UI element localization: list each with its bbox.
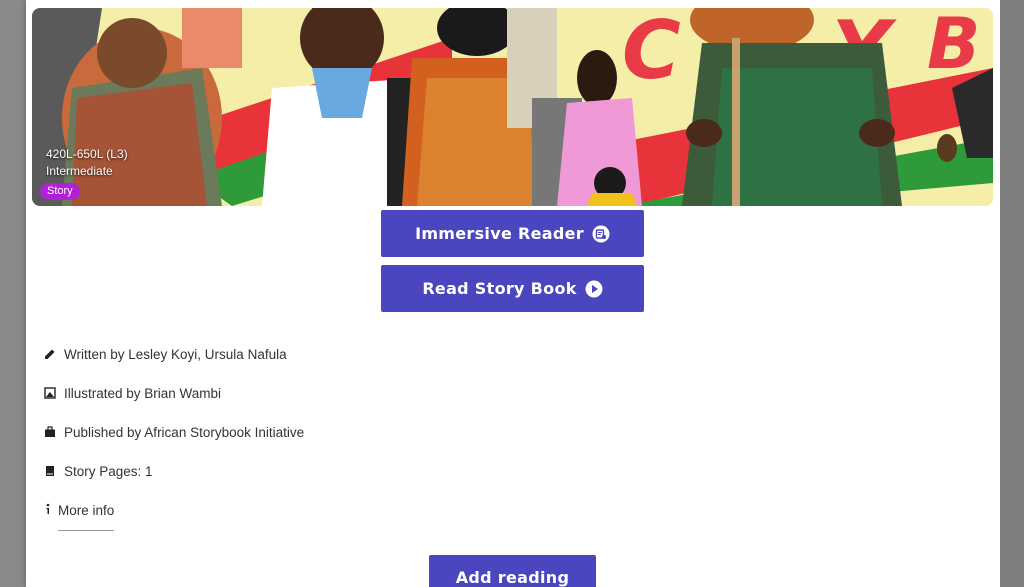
pages-row: Story Pages: 1: [44, 461, 153, 481]
publisher-row: Published by African Storybook Initiativ…: [44, 422, 304, 442]
add-reading-button[interactable]: Add reading: [429, 555, 596, 587]
immersive-reader-button[interactable]: Immersive Reader: [381, 210, 644, 257]
read-story-book-button[interactable]: Read Story Book: [381, 265, 644, 312]
author-text: Written by Lesley Koyi, Ursula Nafula: [64, 346, 287, 362]
svg-text:C: C: [622, 8, 681, 97]
book-icon: [44, 465, 56, 477]
more-info-label: More info: [58, 502, 115, 518]
illustrator-row: Illustrated by Brian Wambi: [44, 383, 221, 403]
story-badge: Story: [40, 183, 80, 200]
publisher-text: Published by African Storybook Initiativ…: [64, 424, 305, 440]
more-info-underline: [58, 530, 114, 531]
cover-image[interactable]: C Y B: [32, 8, 993, 206]
more-info-link[interactable]: More info: [44, 500, 114, 520]
story-card: C Y B: [26, 0, 1000, 587]
immersive-reader-icon: [592, 225, 610, 243]
author-row: Written by Lesley Koyi, Ursula Nafula: [44, 344, 287, 364]
cover-illustration: C Y B: [32, 8, 993, 206]
add-reading-label: Add reading: [455, 568, 570, 587]
briefcase-icon: [44, 426, 56, 438]
reading-tier: Intermediate: [46, 164, 113, 178]
immersive-reader-label: Immersive Reader: [415, 224, 584, 243]
lexile-level: 420L-650L (L3): [46, 147, 128, 161]
svg-text:B: B: [927, 8, 980, 85]
play-circle-icon: [585, 280, 603, 298]
pencil-icon: [44, 348, 56, 360]
pages-text: Story Pages: 1: [64, 463, 153, 479]
illustrator-text: Illustrated by Brian Wambi: [64, 385, 222, 401]
image-icon: [44, 387, 56, 399]
info-icon: [44, 503, 52, 518]
read-story-book-label: Read Story Book: [422, 279, 577, 298]
backdrop-gutter: [1000, 0, 1024, 587]
